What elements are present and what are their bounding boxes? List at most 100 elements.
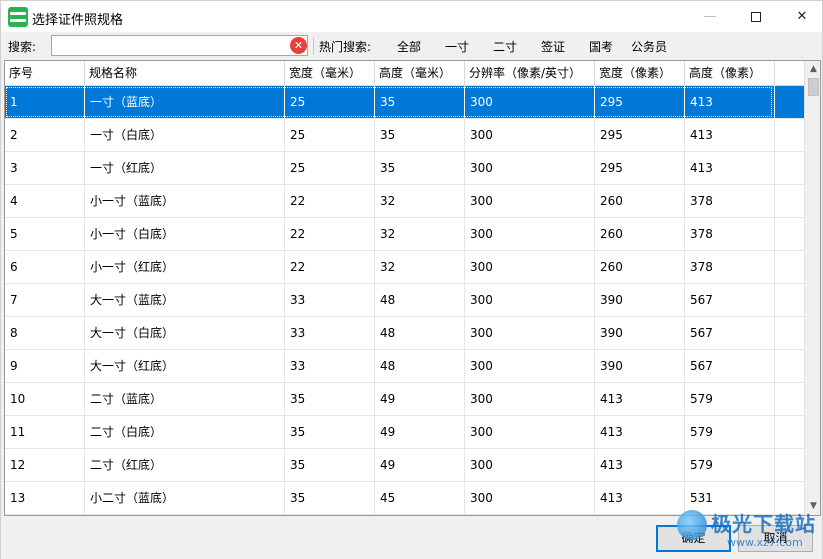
- search-input[interactable]: [51, 35, 308, 56]
- cell-width-mm: 35: [285, 416, 375, 448]
- cell-width-px: 390: [595, 350, 685, 382]
- minimize-button[interactable]: —: [687, 1, 733, 32]
- cell-spec-name: 小一寸（蓝底）: [85, 185, 285, 217]
- cell-resolution: 300: [465, 317, 595, 349]
- table-row[interactable]: 4 小一寸（蓝底） 22 32 300 260 378: [5, 185, 804, 218]
- cell-width-px: 295: [595, 119, 685, 151]
- table-row[interactable]: 11 二寸（白底） 35 49 300 413 579: [5, 416, 804, 449]
- hot-tag-all[interactable]: 全部: [397, 38, 421, 55]
- column-header-spec-name[interactable]: 规格名称: [85, 61, 285, 86]
- table-row[interactable]: 9 大一寸（红底） 33 48 300 390 567: [5, 350, 804, 383]
- cell-resolution: 300: [465, 350, 595, 382]
- cell-width-mm: 35: [285, 449, 375, 481]
- cell-index: 6: [5, 251, 85, 283]
- cell-index: 4: [5, 185, 85, 217]
- cell-height-mm: 35: [375, 119, 465, 151]
- cell-resolution: 300: [465, 86, 595, 118]
- ok-button[interactable]: 确定: [656, 525, 731, 552]
- cell-height-mm: 32: [375, 185, 465, 217]
- table-row[interactable]: 5 小一寸（白底） 22 32 300 260 378: [5, 218, 804, 251]
- cell-resolution: 300: [465, 284, 595, 316]
- cell-width-px: 295: [595, 152, 685, 184]
- close-button[interactable]: ✕: [779, 1, 823, 32]
- cell-spec-name: 一寸（红底）: [85, 152, 285, 184]
- cell-height-mm: 35: [375, 86, 465, 118]
- cell-index: 1: [5, 86, 85, 118]
- cell-width-px: 295: [595, 86, 685, 118]
- column-header-resolution[interactable]: 分辨率（像素/英寸）: [465, 61, 595, 86]
- cell-width-px: 260: [595, 218, 685, 250]
- table-row[interactable]: 13 小二寸（蓝底） 35 45 300 413 531: [5, 482, 804, 515]
- hot-tag-one-inch[interactable]: 一寸: [445, 38, 469, 55]
- cell-spec-name: 二寸（红底）: [85, 449, 285, 481]
- column-header-width-mm[interactable]: 宽度（毫米）: [285, 61, 375, 86]
- cell-resolution: 300: [465, 119, 595, 151]
- cell-height-px: 567: [685, 350, 775, 382]
- table-row[interactable]: 10 二寸（蓝底） 35 49 300 413 579: [5, 383, 804, 416]
- clear-search-icon[interactable]: ✕: [290, 37, 307, 54]
- cell-width-mm: 22: [285, 251, 375, 283]
- table-row[interactable]: 2 一寸（白底） 25 35 300 295 413: [5, 119, 804, 152]
- hot-tag-civil-servant[interactable]: 公务员: [631, 38, 667, 55]
- cell-spec-name: 二寸（白底）: [85, 416, 285, 448]
- cell-height-mm: 35: [375, 152, 465, 184]
- cell-height-mm: 48: [375, 284, 465, 316]
- cell-spec-name: 大一寸（白底）: [85, 317, 285, 349]
- hot-tag-national-exam[interactable]: 国考: [589, 38, 613, 55]
- scrollbar-thumb[interactable]: [808, 78, 819, 96]
- cell-height-px: 413: [685, 86, 775, 118]
- cell-spec-name: 小二寸（蓝底）: [85, 482, 285, 514]
- table-row[interactable]: 3 一寸（红底） 25 35 300 295 413: [5, 152, 804, 185]
- cell-width-mm: 33: [285, 284, 375, 316]
- table-row[interactable]: 12 二寸（红底） 35 49 300 413 579: [5, 449, 804, 482]
- table-header: 序号 规格名称 宽度（毫米） 高度（毫米） 分辨率（像素/英寸） 宽度（像素） …: [5, 61, 804, 86]
- cell-index: 13: [5, 482, 85, 514]
- cell-resolution: 300: [465, 449, 595, 481]
- cell-height-px: 579: [685, 416, 775, 448]
- vertical-scrollbar[interactable]: ▲ ▼: [804, 61, 820, 515]
- cell-height-mm: 32: [375, 251, 465, 283]
- scroll-up-icon[interactable]: ▲: [805, 61, 820, 78]
- cell-width-px: 413: [595, 416, 685, 448]
- column-header-width-px[interactable]: 宽度（像素）: [595, 61, 685, 86]
- minimize-icon: —: [703, 9, 717, 24]
- toolbar-divider: [313, 37, 314, 55]
- cell-width-mm: 35: [285, 482, 375, 514]
- cell-height-mm: 49: [375, 449, 465, 481]
- cell-height-px: 378: [685, 251, 775, 283]
- column-header-index[interactable]: 序号: [5, 61, 85, 86]
- cancel-button[interactable]: 取消: [738, 525, 813, 552]
- cell-resolution: 300: [465, 383, 595, 415]
- cell-width-mm: 33: [285, 317, 375, 349]
- table-row[interactable]: 1 一寸（蓝底） 25 35 300 295 413: [5, 86, 804, 119]
- cell-index: 7: [5, 284, 85, 316]
- title-bar[interactable]: 选择证件照规格 — ✕: [1, 1, 822, 32]
- cell-width-mm: 25: [285, 86, 375, 118]
- cell-width-px: 390: [595, 284, 685, 316]
- hot-tag-two-inch[interactable]: 二寸: [493, 38, 517, 55]
- cell-width-mm: 33: [285, 350, 375, 382]
- cell-height-px: 413: [685, 152, 775, 184]
- cell-height-mm: 45: [375, 482, 465, 514]
- table-row[interactable]: 7 大一寸（蓝底） 33 48 300 390 567: [5, 284, 804, 317]
- scroll-down-icon[interactable]: ▼: [805, 498, 820, 515]
- table-row[interactable]: 8 大一寸（白底） 33 48 300 390 567: [5, 317, 804, 350]
- search-toolbar: 搜索: ✕ 热门搜索: 全部 一寸 二寸 签证 国考 公务员: [1, 32, 822, 60]
- column-header-height-mm[interactable]: 高度（毫米）: [375, 61, 465, 86]
- cell-height-px: 378: [685, 185, 775, 217]
- dialog-window: 选择证件照规格 — ✕ 搜索: ✕ 热门搜索: 全部 一寸 二寸 签证 国考 公…: [0, 0, 823, 559]
- table-row[interactable]: 6 小一寸（红底） 22 32 300 260 378: [5, 251, 804, 284]
- cell-height-mm: 48: [375, 317, 465, 349]
- window-title: 选择证件照规格: [32, 13, 124, 28]
- maximize-button[interactable]: [733, 1, 779, 32]
- hot-tag-visa[interactable]: 签证: [541, 38, 565, 55]
- app-icon: [8, 7, 28, 27]
- cell-resolution: 300: [465, 218, 595, 250]
- cell-spec-name: 一寸（白底）: [85, 119, 285, 151]
- cell-height-px: 413: [685, 119, 775, 151]
- column-header-height-px[interactable]: 高度（像素）: [685, 61, 775, 86]
- cell-spec-name: 小一寸（红底）: [85, 251, 285, 283]
- cell-width-px: 260: [595, 251, 685, 283]
- cell-index: 3: [5, 152, 85, 184]
- cell-width-px: 413: [595, 449, 685, 481]
